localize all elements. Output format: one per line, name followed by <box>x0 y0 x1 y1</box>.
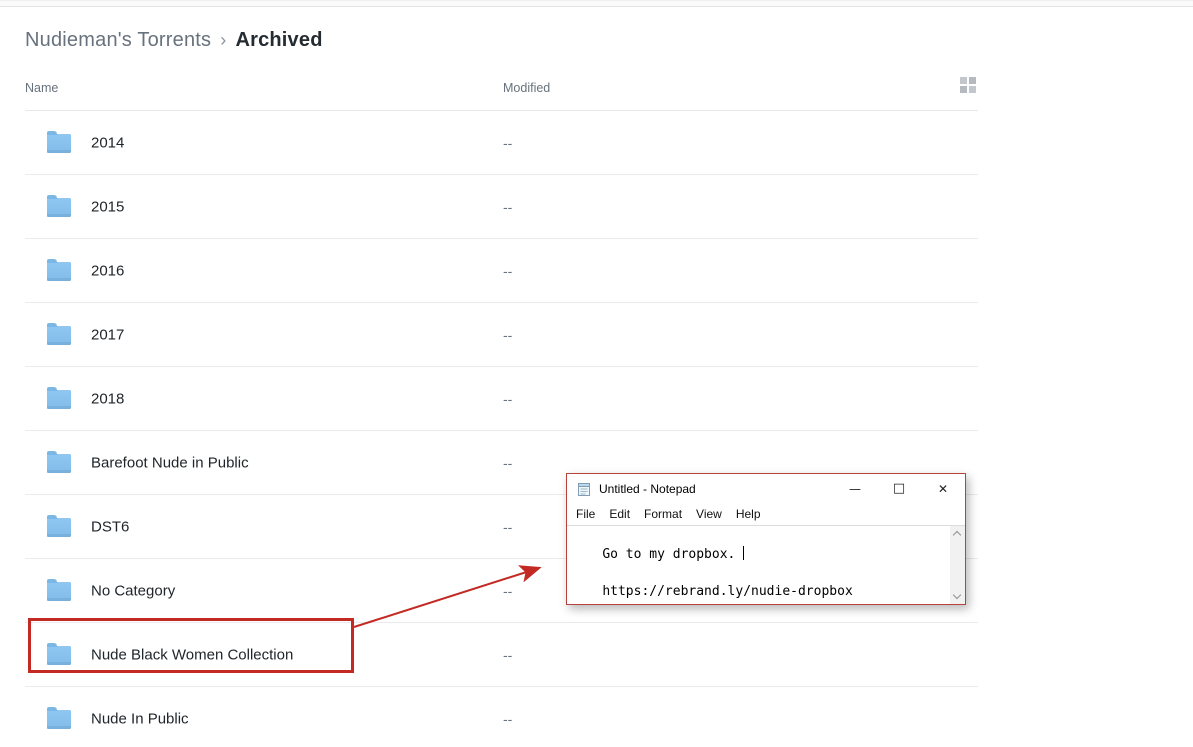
folder-icon <box>47 646 71 665</box>
window-controls: — □ ✕ <box>833 474 965 503</box>
minimize-button[interactable]: — <box>833 474 877 503</box>
folder-icon <box>47 582 71 601</box>
notepad-window-title: Untitled - Notepad <box>599 482 696 496</box>
modified-value: -- <box>503 327 512 343</box>
scroll-up-icon[interactable] <box>953 531 961 539</box>
folder-icon <box>47 710 71 729</box>
column-header-modified[interactable]: Modified <box>503 81 550 95</box>
modified-value: -- <box>503 583 512 599</box>
modified-value: -- <box>503 711 512 727</box>
file-name[interactable]: 2015 <box>91 198 124 215</box>
breadcrumb-current-folder: Archived <box>235 29 322 51</box>
file-row[interactable]: 2014 -- <box>25 111 978 175</box>
notepad-text-line1: Go to my dropbox. <box>602 547 743 562</box>
file-name[interactable]: 2014 <box>91 134 124 151</box>
file-name[interactable]: Nude In Public <box>91 710 189 727</box>
file-row[interactable]: 2018 -- <box>25 367 978 431</box>
file-row[interactable]: 2017 -- <box>25 303 978 367</box>
file-list: 2014 -- 2015 -- 2016 -- 2017 -- 2018 -- … <box>25 111 978 747</box>
modified-value: -- <box>503 263 512 279</box>
menu-file[interactable]: File <box>569 507 602 521</box>
breadcrumb-chevron-icon: › <box>220 30 226 50</box>
notepad-menubar: File Edit Format View Help <box>567 503 965 525</box>
modified-value: -- <box>503 135 512 151</box>
notepad-text-area[interactable]: Go to my dropbox. https://rebrand.ly/nud… <box>567 525 965 604</box>
file-name[interactable]: 2016 <box>91 262 124 279</box>
modified-value: -- <box>503 519 512 535</box>
breadcrumb-parent-folder[interactable]: Nudieman's Torrents <box>25 29 211 51</box>
scroll-down-icon[interactable] <box>953 591 961 599</box>
top-border-strip <box>0 0 1193 7</box>
notepad-window: Untitled - Notepad — □ ✕ File Edit Forma… <box>566 473 966 605</box>
folder-icon <box>47 198 71 217</box>
file-row[interactable]: Nude In Public -- <box>25 687 978 747</box>
modified-value: -- <box>503 455 512 471</box>
file-row[interactable]: 2016 -- <box>25 239 978 303</box>
file-name[interactable]: DST6 <box>91 518 129 535</box>
menu-edit[interactable]: Edit <box>602 507 637 521</box>
notepad-icon <box>576 481 592 497</box>
grid-view-icon[interactable] <box>960 77 977 94</box>
file-name[interactable]: Nude Black Women Collection <box>91 646 293 663</box>
vertical-scrollbar[interactable] <box>950 526 965 604</box>
menu-help[interactable]: Help <box>729 507 768 521</box>
file-name[interactable]: No Category <box>91 582 175 599</box>
menu-view[interactable]: View <box>689 507 729 521</box>
folder-icon <box>47 454 71 473</box>
menu-format[interactable]: Format <box>637 507 689 521</box>
maximize-button[interactable]: □ <box>877 474 921 503</box>
modified-value: -- <box>503 391 512 407</box>
modified-value: -- <box>503 647 512 663</box>
folder-icon <box>47 390 71 409</box>
column-header-name[interactable]: Name <box>25 81 58 95</box>
file-name[interactable]: 2018 <box>91 390 124 407</box>
text-cursor <box>743 546 744 560</box>
breadcrumb: Nudieman's Torrents › Archived <box>25 29 323 52</box>
notepad-titlebar[interactable]: Untitled - Notepad — □ ✕ <box>567 474 965 503</box>
folder-icon <box>47 262 71 281</box>
folder-icon <box>47 134 71 153</box>
file-name[interactable]: Barefoot Nude in Public <box>91 454 249 471</box>
folder-icon <box>47 326 71 345</box>
file-row[interactable]: 2015 -- <box>25 175 978 239</box>
close-button[interactable]: ✕ <box>921 474 965 503</box>
file-row-highlighted[interactable]: Nude Black Women Collection -- <box>25 623 978 687</box>
file-name[interactable]: 2017 <box>91 326 124 343</box>
modified-value: -- <box>503 199 512 215</box>
notepad-text-line2: https://rebrand.ly/nudie-dropbox <box>602 584 852 599</box>
folder-icon <box>47 518 71 537</box>
